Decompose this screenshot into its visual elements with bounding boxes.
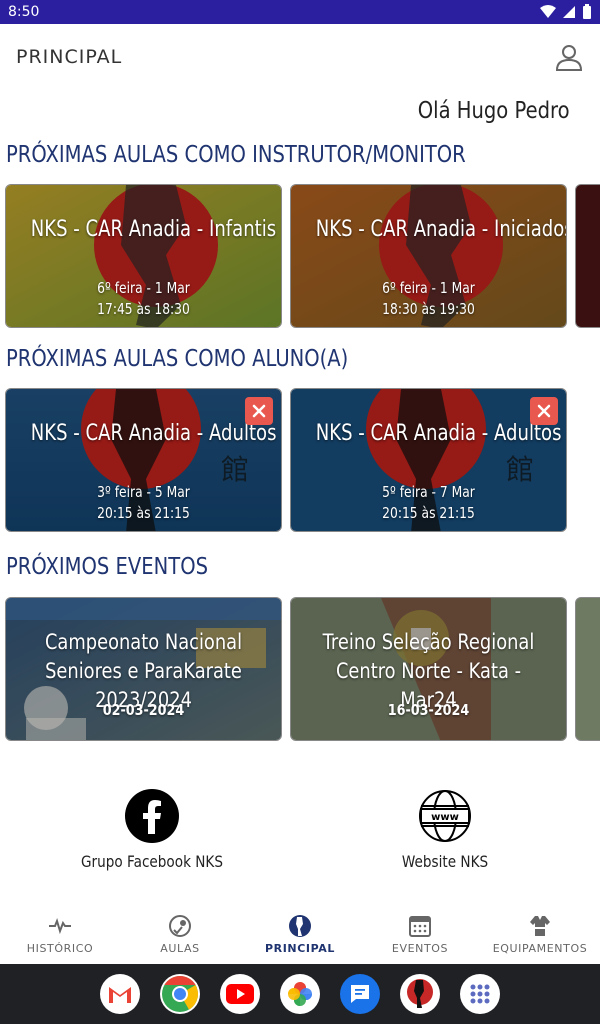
- page-title: PRINCIPAL: [16, 46, 123, 68]
- cancel-class-button[interactable]: [245, 397, 273, 425]
- nks-app[interactable]: [400, 974, 440, 1014]
- nav-aulas-label: AULAS: [160, 942, 200, 955]
- wifi-icon: [540, 5, 556, 18]
- status-bar: 8:50: [0, 0, 600, 24]
- class-card-partial[interactable]: [575, 184, 600, 328]
- chrome-icon: [162, 976, 199, 1012]
- battery-icon: [583, 4, 591, 19]
- event-card[interactable]: Campeonato Nacional Seniores e ParaKarat…: [5, 597, 282, 741]
- photos-app[interactable]: [280, 974, 320, 1014]
- facebook-group-link[interactable]: Grupo Facebook NKS: [52, 780, 252, 871]
- class-day: 5º feira - 7 Mar: [382, 483, 475, 501]
- activity-icon: [49, 917, 71, 935]
- close-icon: [537, 404, 551, 418]
- bottom-navigation: HISTÓRICO AULAS PRINCIPAL EVENTOS EQUIPA…: [0, 908, 600, 964]
- signal-icon: [563, 6, 575, 18]
- class-card[interactable]: NKS - CAR Anadia - Iniciados 6º feira - …: [290, 184, 567, 328]
- photos-icon: [288, 982, 312, 1006]
- class-name: NKS - CAR Anadia - Adultos: [30, 421, 277, 446]
- nav-principal-label: PRINCIPAL: [265, 942, 335, 955]
- nks-logo-icon: [401, 975, 439, 1013]
- messages-icon: [351, 985, 369, 1003]
- nav-eventos-label: EVENTOS: [391, 942, 449, 955]
- chrome-app[interactable]: [160, 974, 200, 1014]
- gmail-app[interactable]: [100, 974, 140, 1014]
- user-check-icon: [169, 915, 191, 937]
- karate-gi-icon: [530, 916, 550, 936]
- events-section-title: PRÓXIMOS EVENTOS: [6, 554, 208, 580]
- nav-historico-label: HISTÓRICO: [26, 942, 94, 955]
- user-profile-icon[interactable]: [554, 42, 584, 72]
- youtube-app[interactable]: [220, 974, 260, 1014]
- status-time: 8:50: [8, 4, 40, 20]
- event-date: 02-03-2024: [102, 701, 185, 719]
- globe-www-icon: www: [419, 790, 471, 842]
- class-day: 6º feira - 1 Mar: [97, 279, 190, 297]
- event-date: 16-03-2024: [387, 701, 470, 719]
- app-drawer[interactable]: [460, 974, 500, 1014]
- nav-eventos[interactable]: EVENTOS: [360, 908, 480, 964]
- svg-text:www: www: [431, 812, 459, 823]
- events-row[interactable]: Campeonato Nacional Seniores e ParaKarat…: [5, 597, 600, 741]
- cancel-class-button[interactable]: [530, 397, 558, 425]
- nav-equipamentos-label: EQUIPAMENTOS: [492, 942, 588, 955]
- facebook-link-label: Grupo Facebook NKS: [81, 852, 223, 871]
- app-dock: [0, 964, 600, 1024]
- external-links: Grupo Facebook NKS www Website NKS: [0, 780, 600, 880]
- website-link-label: Website NKS: [401, 852, 489, 871]
- class-name: NKS - CAR Anadia - Infantis B: [30, 217, 282, 242]
- karate-logo-icon: [289, 915, 311, 937]
- student-classes-row[interactable]: 館 NKS - CAR Anadia - Adultos 3º feira - …: [5, 388, 600, 532]
- nav-equipamentos[interactable]: EQUIPAMENTOS: [480, 908, 600, 964]
- youtube-icon: [226, 984, 254, 1004]
- class-name: NKS - CAR Anadia - Iniciados: [315, 217, 567, 242]
- close-icon: [252, 404, 266, 418]
- nav-aulas[interactable]: AULAS: [120, 908, 240, 964]
- class-time: 17:45 às 18:30: [97, 300, 190, 318]
- messages-app[interactable]: [340, 974, 380, 1014]
- nav-historico[interactable]: HISTÓRICO: [0, 908, 120, 964]
- student-section-title: PRÓXIMAS AULAS COMO ALUNO(A): [6, 346, 349, 372]
- instructor-classes-row[interactable]: NKS - CAR Anadia - Infantis B 6º feira -…: [5, 184, 600, 328]
- class-day: 3º feira - 5 Mar: [97, 483, 190, 501]
- event-card[interactable]: Treino Seleção Regional Centro Norte - K…: [290, 597, 567, 741]
- class-card[interactable]: 館 NKS - CAR Anadia - Adultos 3º feira - …: [5, 388, 282, 532]
- class-name: NKS - CAR Anadia - Adultos: [315, 421, 562, 446]
- class-day: 6º feira - 1 Mar: [382, 279, 475, 297]
- class-time: 20:15 às 21:15: [97, 504, 190, 522]
- class-time: 20:15 às 21:15: [382, 504, 475, 522]
- class-card[interactable]: 館 NKS - CAR Anadia - Adultos 5º feira - …: [290, 388, 567, 532]
- event-card-partial[interactable]: [575, 597, 600, 741]
- gmail-icon: [109, 987, 131, 1003]
- website-link[interactable]: www Website NKS: [345, 780, 545, 871]
- class-time: 18:30 às 19:30: [382, 300, 475, 318]
- instructor-section-title: PRÓXIMAS AULAS COMO INSTRUTOR/MONITOR: [6, 142, 466, 168]
- app-bar: PRINCIPAL: [0, 24, 600, 90]
- status-icons: [540, 4, 592, 20]
- calendar-icon: [409, 916, 431, 937]
- apps-grid-icon: [470, 984, 490, 1004]
- class-card[interactable]: NKS - CAR Anadia - Infantis B 6º feira -…: [5, 184, 282, 328]
- nav-principal[interactable]: PRINCIPAL: [240, 908, 360, 964]
- facebook-icon: [125, 789, 179, 843]
- greeting-text: Olá Hugo Pedro: [418, 98, 570, 124]
